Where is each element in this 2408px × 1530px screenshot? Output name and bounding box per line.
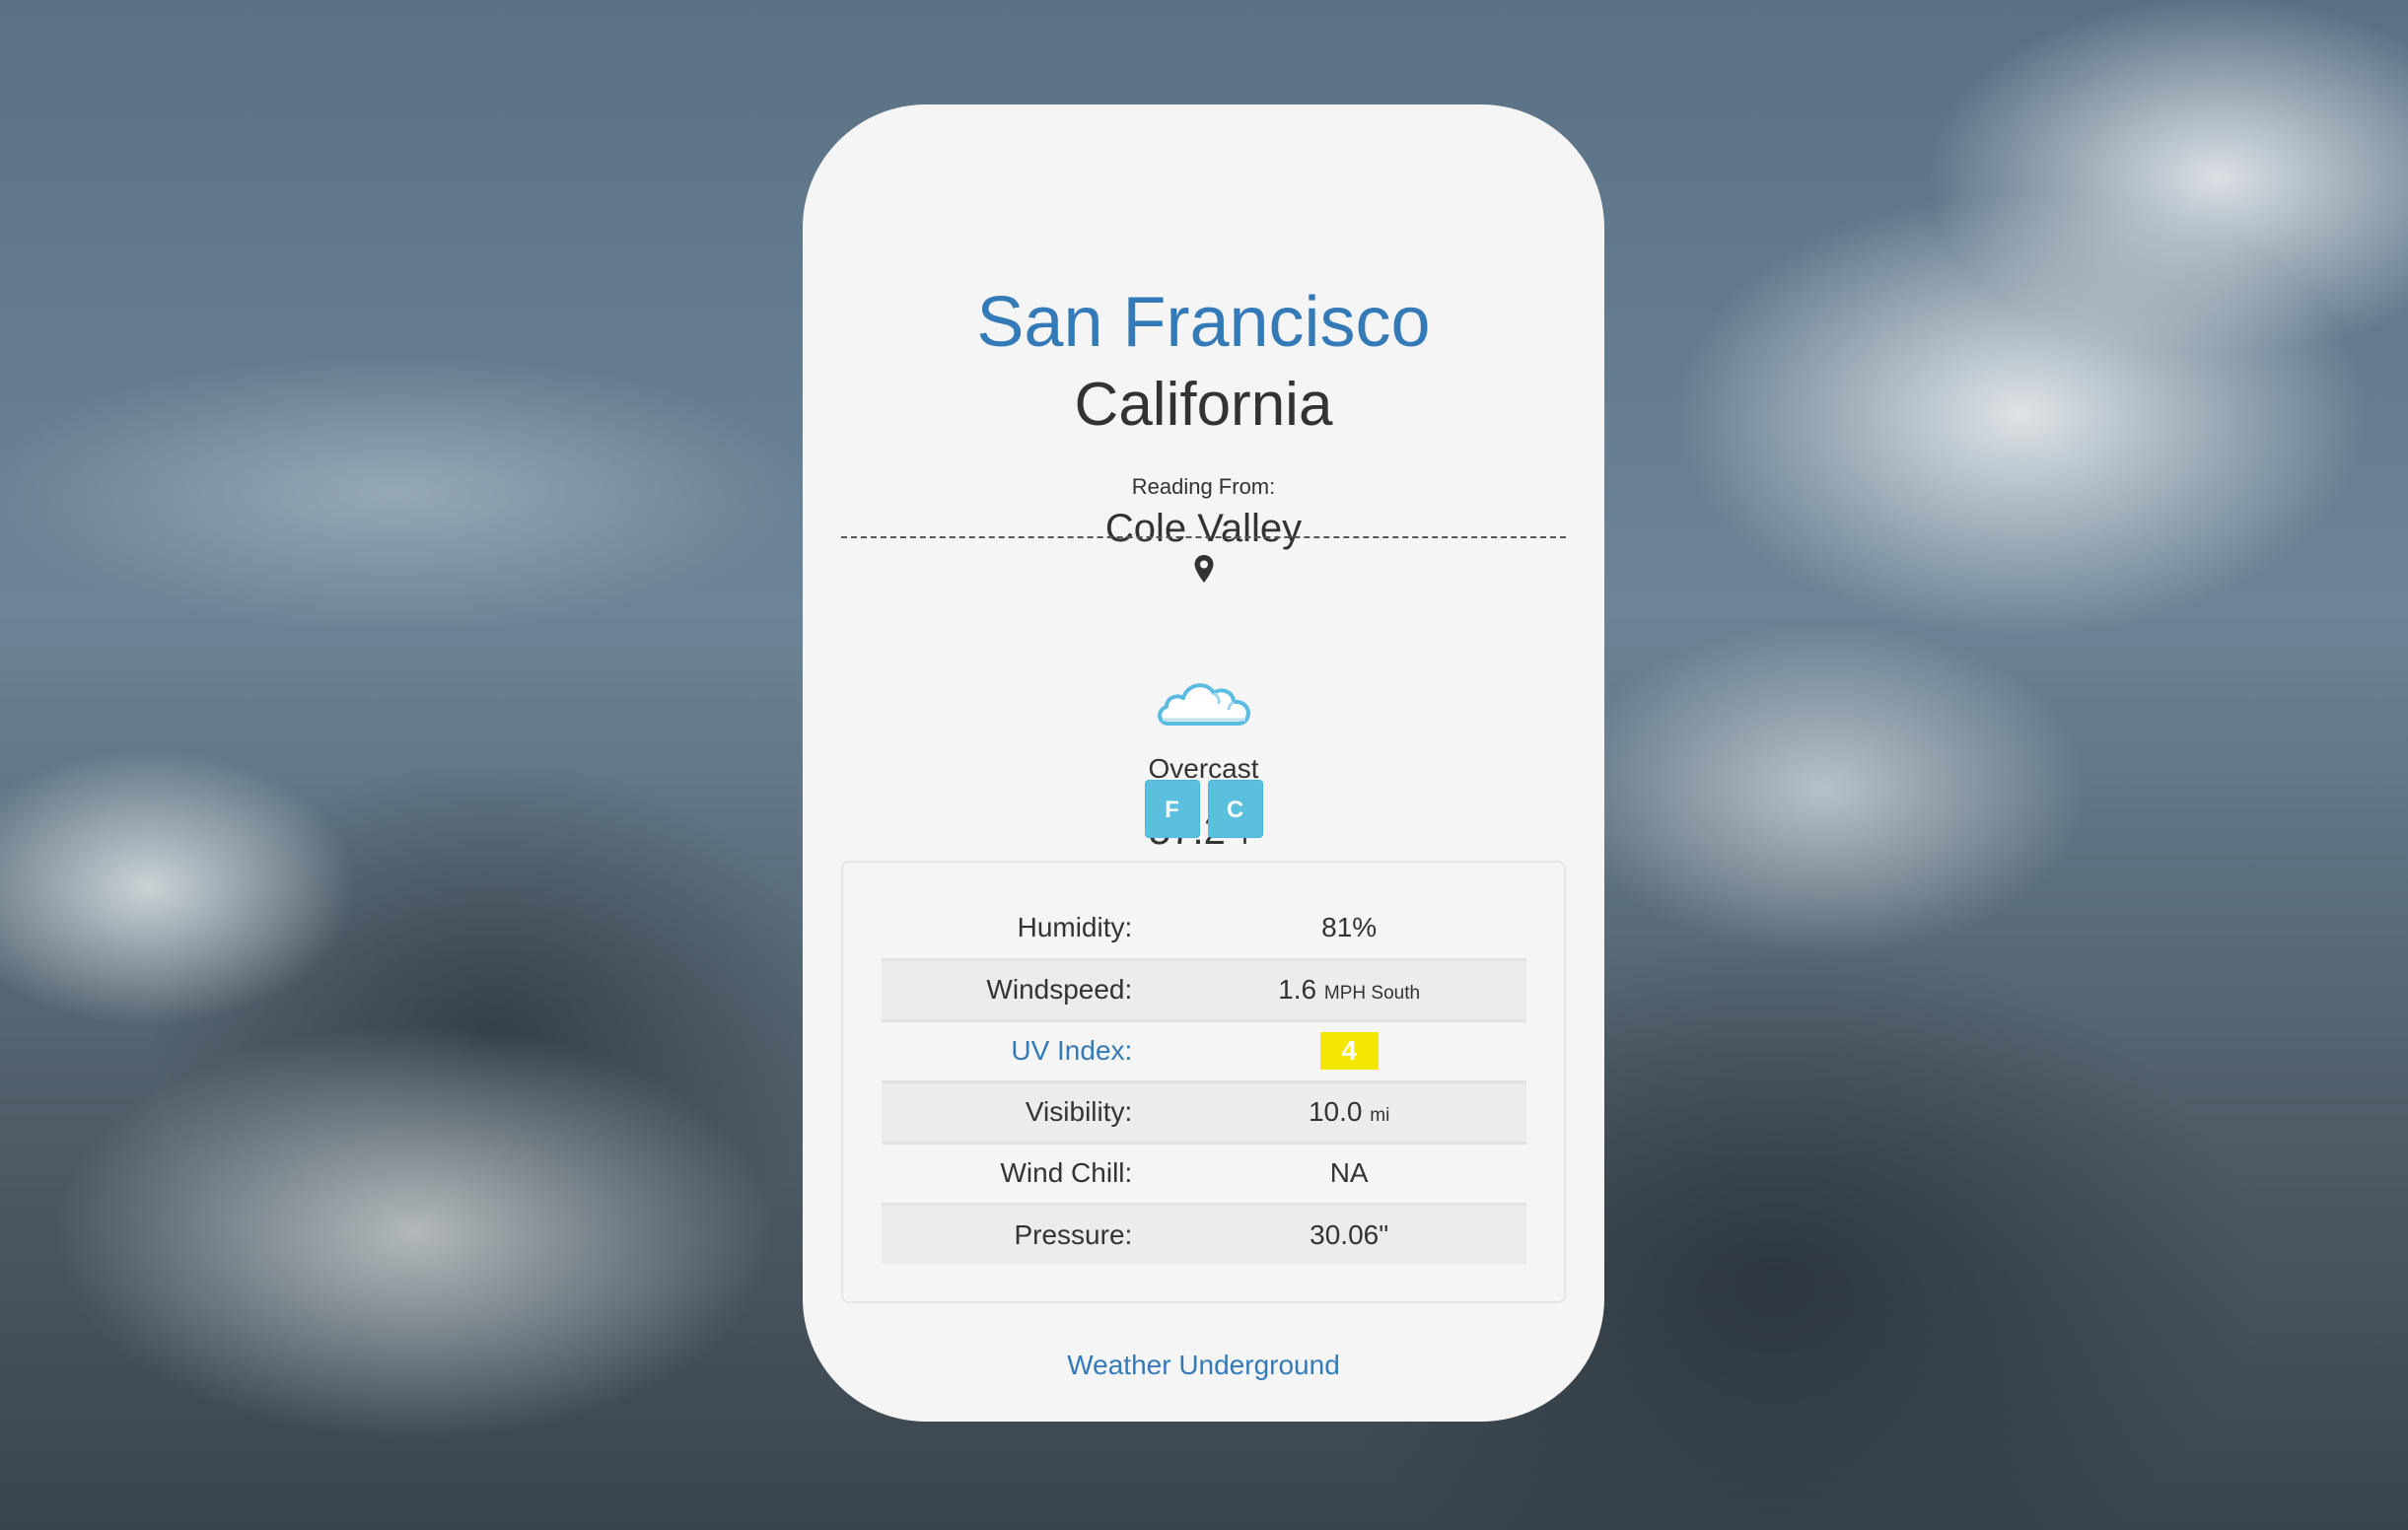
details-panel: Humidity: 81% Windspeed: 1.6 MPH South UV … (841, 861, 1566, 1303)
wind-chill-value: NA (1171, 1141, 1526, 1204)
state-name: California (1074, 371, 1333, 439)
table-row: Visibility: 10.0 mi (882, 1079, 1526, 1143)
map-marker-icon (803, 554, 1604, 589)
uv-index-badge: 4 (1319, 1032, 1379, 1070)
divider (841, 536, 1566, 538)
windspeed-label: Windspeed: (882, 957, 1172, 1020)
wind-chill-label: Wind Chill: (882, 1141, 1172, 1204)
table-row: Windspeed: 1.6 MPH South (882, 957, 1526, 1020)
weather-underground-link[interactable]: Weather Underground (1067, 1350, 1340, 1380)
table-row: Pressure: 30.06" (882, 1202, 1526, 1265)
windspeed-cell: 1.6 MPH South (1171, 957, 1526, 1020)
visibility-unit: mi (1370, 1105, 1390, 1126)
pressure-label: Pressure: (882, 1202, 1172, 1265)
uv-cell: 4 (1171, 1018, 1526, 1081)
humidity-label: Humidity: (1017, 912, 1133, 943)
celsius-button[interactable]: C (1207, 780, 1263, 838)
humidity-value: 81% (1321, 912, 1378, 943)
windspeed-value: 1.6 (1278, 974, 1317, 1005)
visibility-value: 10.0 (1308, 1096, 1363, 1127)
table-row: Wind Chill: NA (882, 1141, 1526, 1204)
cloud-icon (803, 674, 1604, 734)
station-name: Cole Valley (1104, 507, 1303, 550)
pressure-value: 30.06" (1171, 1202, 1526, 1265)
weather-card: San Francisco California Reading From: C… (803, 104, 1604, 1422)
details-table: Humidity: 81% Windspeed: 1.6 MPH South UV … (882, 898, 1526, 1265)
visibility-cell: 10.0 mi (1171, 1079, 1526, 1143)
uv-index-link[interactable]: UV Index: (882, 1018, 1172, 1081)
reading-from-label: Reading From: (1131, 474, 1276, 499)
windspeed-unit: MPH South (1323, 983, 1421, 1004)
table-row: UV Index: 4 (882, 1018, 1526, 1081)
table-row: Humidity: 81% (882, 898, 1526, 959)
fahrenheit-button[interactable]: F (1144, 780, 1200, 838)
city-name: San Francisco (976, 283, 1431, 362)
visibility-label: Visibility: (882, 1079, 1172, 1143)
